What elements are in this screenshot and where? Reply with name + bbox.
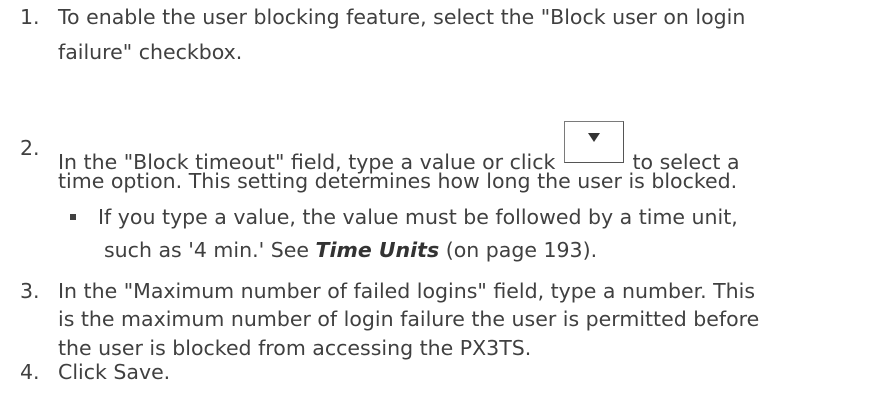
bullet-text-line: such as '4 min.' See Time Units (on page… [104, 235, 597, 265]
step-text-line: In the "Maximum number of failed logins"… [58, 279, 756, 303]
bullet-marker [70, 214, 76, 220]
chevron-down-icon [587, 133, 600, 142]
bullet-text-segment: such as '4 min.' See [104, 238, 316, 262]
time-units-link[interactable]: Time Units [316, 238, 440, 262]
step-text-line: failure" checkbox. [58, 40, 243, 64]
step-number: 2. [20, 136, 40, 160]
step-number: 4. [20, 360, 40, 384]
step-text-line: time option. This setting determines how… [58, 169, 738, 193]
step-text-line: To enable the user blocking feature, sel… [58, 5, 746, 29]
step-text-line: Click Save. [58, 360, 171, 384]
bullet-text-segment: (on page 193). [439, 238, 598, 262]
dropdown-button-illustration [563, 121, 624, 163]
step-text-line: is the maximum number of login failure t… [58, 307, 760, 331]
step-number: 3. [20, 279, 40, 303]
step-number: 1. [20, 5, 40, 29]
bullet-text-line: If you type a value, the value must be f… [98, 205, 738, 229]
instruction-document: 1. To enable the user blocking feature, … [0, 0, 869, 395]
